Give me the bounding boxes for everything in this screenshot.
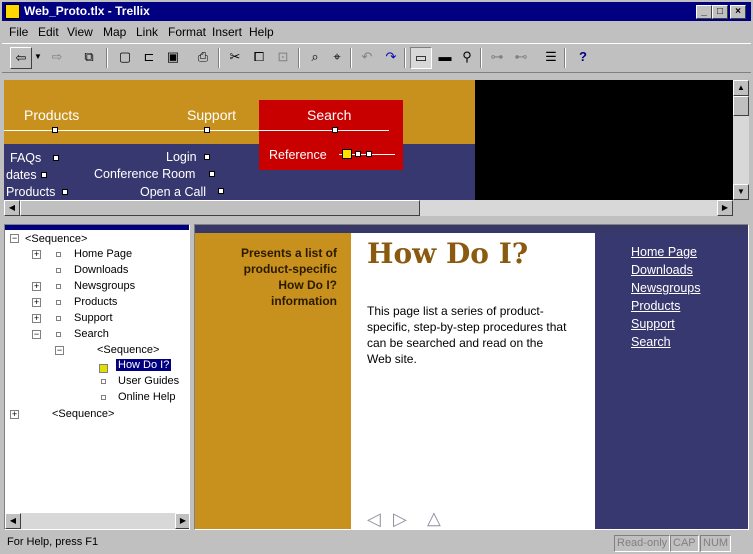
app-icon[interactable] (5, 4, 20, 19)
scroll-left-icon[interactable]: ◀ (5, 513, 21, 529)
outline-tree[interactable]: − <Sequence> + Home Page Downloads + New… (4, 224, 190, 530)
map-horizontal-scrollbar[interactable]: ◀ ▶ (4, 200, 733, 216)
redo-icon[interactable]: ↷ (380, 47, 402, 69)
status-help-text: For Help, press F1 (7, 536, 99, 548)
tree-item-support[interactable]: Support (74, 312, 113, 324)
scroll-up-icon[interactable]: ▲ (733, 80, 749, 96)
paste-icon[interactable]: ⊡ (272, 47, 294, 69)
cut-icon[interactable]: ✂ (224, 47, 246, 69)
site-map-view[interactable]: Products Support Search FAQs dates Produ… (4, 80, 733, 200)
menu-format[interactable]: Format (168, 25, 206, 39)
link-icon[interactable]: ⊶ (486, 47, 508, 69)
page-view[interactable]: Presents a list of product-specific How … (194, 224, 749, 530)
tree-item-user-guides[interactable]: User Guides (118, 375, 179, 387)
scroll-right-icon[interactable]: ▶ (175, 513, 189, 529)
next-arrow-icon[interactable]: ▷ (393, 509, 407, 529)
dropdown-icon[interactable]: ▼ (32, 47, 44, 69)
sequence-icon[interactable]: ☰ (540, 47, 562, 69)
find-replace-icon[interactable]: ⌖ (326, 47, 348, 69)
scroll-thumb[interactable] (733, 96, 749, 116)
nav-link-home-page[interactable]: Home Page (631, 245, 697, 259)
zoom-icon[interactable]: ⚲ (456, 47, 478, 69)
map-vertical-scrollbar[interactable]: ▲ ▼ (733, 80, 749, 200)
tree-item-products[interactable]: Products (74, 296, 117, 308)
map-node-dates[interactable]: dates (6, 168, 37, 182)
tree-sequence[interactable]: <Sequence> (52, 408, 114, 420)
menu-view[interactable]: View (67, 25, 93, 39)
scroll-thumb[interactable] (20, 200, 420, 216)
menu-edit[interactable]: Edit (38, 25, 59, 39)
tree-item-downloads[interactable]: Downloads (74, 264, 128, 276)
tree-item-online-help[interactable]: Online Help (118, 391, 175, 403)
new-icon[interactable]: ▢ (114, 47, 136, 69)
status-readonly: Read-only (614, 535, 671, 552)
tree-item-home-page[interactable]: Home Page (74, 248, 132, 260)
tree-sequence[interactable]: <Sequence> (97, 344, 159, 356)
menu-bar: File Edit View Map Link Format Insert He… (2, 22, 751, 42)
page-sidebar-text: Presents a list of product-specific How … (240, 246, 337, 308)
copy-icon[interactable]: ⧠ (248, 47, 270, 69)
map-node-login[interactable]: Login (166, 150, 197, 164)
nav-link-products[interactable]: Products (631, 299, 680, 313)
sitemap-icon[interactable]: ⧉ (78, 47, 100, 69)
title-bar: Web_Proto.tlx - Trellix _ □ × (2, 2, 751, 21)
page-nav-column (595, 233, 748, 529)
unlink-icon[interactable]: ⊷ (510, 47, 532, 69)
find-icon[interactable]: ⌕ (304, 47, 326, 69)
menu-map[interactable]: Map (103, 25, 126, 39)
map-node-products[interactable]: Products (24, 107, 79, 123)
map-node-reference[interactable]: Reference (269, 148, 327, 162)
maximize-button[interactable]: □ (712, 5, 728, 19)
tree-horizontal-scrollbar[interactable]: ◀ ▶ (5, 513, 189, 529)
page-view-icon[interactable]: ▭ (410, 47, 432, 69)
tree-sequence[interactable]: <Sequence> (25, 233, 87, 245)
undo-icon[interactable]: ↶ (356, 47, 378, 69)
tree-item-newsgroups[interactable]: Newsgroups (74, 280, 135, 292)
nav-link-search[interactable]: Search (631, 335, 671, 349)
tree-item-how-do-i[interactable]: How Do I? (116, 359, 172, 371)
menu-insert[interactable]: Insert (212, 25, 242, 39)
back-icon[interactable]: ⇦ (10, 47, 32, 69)
tree-item-search[interactable]: Search (74, 328, 109, 340)
page-heading: How Do I? (367, 237, 529, 270)
menu-file[interactable]: File (9, 25, 28, 39)
up-arrow-icon[interactable]: △ (427, 508, 441, 529)
map-node-faqs[interactable]: FAQs (10, 151, 41, 165)
map-node-products-child[interactable]: Products (6, 185, 55, 199)
nav-link-downloads[interactable]: Downloads (631, 263, 693, 277)
nav-link-newsgroups[interactable]: Newsgroups (631, 281, 700, 295)
menu-help[interactable]: Help (249, 25, 274, 39)
window-title: Web_Proto.tlx - Trellix (24, 4, 150, 18)
menu-link[interactable]: Link (136, 25, 158, 39)
page-body-text: This page list a series of product-speci… (367, 304, 567, 366)
status-cap: CAP (670, 535, 699, 552)
scroll-right-icon[interactable]: ▶ (717, 200, 733, 216)
help-icon[interactable]: ? (572, 47, 594, 69)
prev-arrow-icon[interactable]: ◁ (367, 509, 381, 529)
status-num: NUM (700, 535, 732, 552)
status-bar: For Help, press F1 Read-only CAP NUM (2, 533, 751, 553)
map-node-search[interactable]: Search (307, 107, 351, 123)
map-view-icon[interactable]: ▬ (434, 47, 456, 69)
scroll-down-icon[interactable]: ▼ (733, 184, 749, 200)
forward-icon[interactable]: ⇨ (46, 47, 68, 69)
map-node-support[interactable]: Support (187, 107, 236, 123)
close-button[interactable]: × (730, 5, 746, 19)
print-icon[interactable]: ⎙ (192, 47, 214, 69)
page-left-column: Presents a list of product-specific How … (195, 233, 351, 529)
scroll-left-icon[interactable]: ◀ (4, 200, 20, 216)
save-icon[interactable]: ▣ (162, 47, 184, 69)
map-node-conference-room[interactable]: Conference Room (94, 167, 195, 181)
toolbar: ⇦ ▼ ⇨ ⧉ ▢ ⊏ ▣ ⎙ ✂ ⧠ ⊡ ⌕ ⌖ ↶ ↷ ▭ ▬ ⚲ ⊶ ⊷ … (2, 43, 751, 73)
map-node-open-a-call[interactable]: Open a Call (140, 185, 206, 199)
nav-link-support[interactable]: Support (631, 317, 675, 331)
minimize-button[interactable]: _ (696, 5, 712, 19)
open-icon[interactable]: ⊏ (138, 47, 160, 69)
